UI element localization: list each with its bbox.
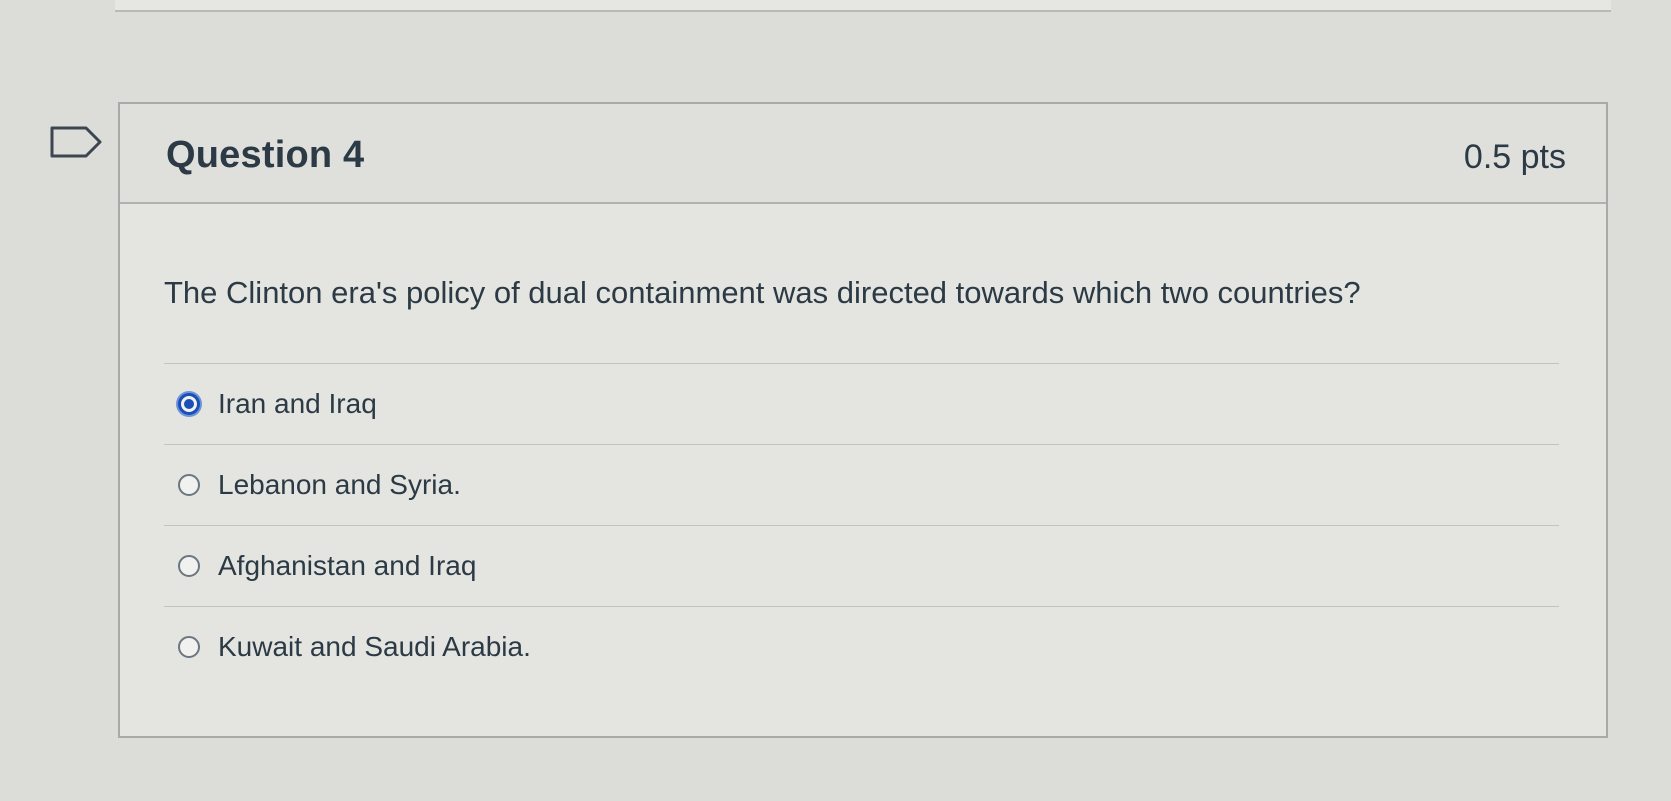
radio-selected-dot-icon — [184, 399, 194, 410]
question-text: The Clinton era's policy of dual contain… — [164, 275, 1361, 310]
question-title: Question 4 — [166, 134, 365, 176]
answer-label: Kuwait and Saudi Arabia. — [218, 631, 531, 663]
radio-icon[interactable] — [178, 393, 200, 416]
question-points: 0.5 pts — [1463, 138, 1566, 176]
answer-label: Afghanistan and Iraq — [218, 550, 477, 582]
question-body: The Clinton era's policy of dual contain… — [120, 274, 1606, 687]
radio-icon[interactable] — [178, 474, 200, 497]
radio-icon[interactable] — [178, 636, 200, 659]
answer-list: Iran and Iraq Lebanon and Syria. Afghani… — [164, 363, 1559, 687]
bookmark-icon[interactable] — [50, 126, 102, 158]
answer-option[interactable]: Lebanon and Syria. — [164, 445, 1559, 527]
answer-label: Iran and Iraq — [218, 388, 377, 420]
answer-option[interactable]: Iran and Iraq — [164, 364, 1559, 446]
answer-label: Lebanon and Syria. — [218, 469, 461, 501]
question-card: Question 4 0.5 pts The Clinton era's pol… — [118, 102, 1608, 738]
answer-option[interactable]: Kuwait and Saudi Arabia. — [164, 607, 1559, 687]
previous-card-edge — [115, 0, 1611, 12]
radio-icon[interactable] — [178, 555, 200, 578]
question-header: Question 4 0.5 pts — [120, 104, 1606, 204]
answer-option[interactable]: Afghanistan and Iraq — [164, 526, 1559, 608]
